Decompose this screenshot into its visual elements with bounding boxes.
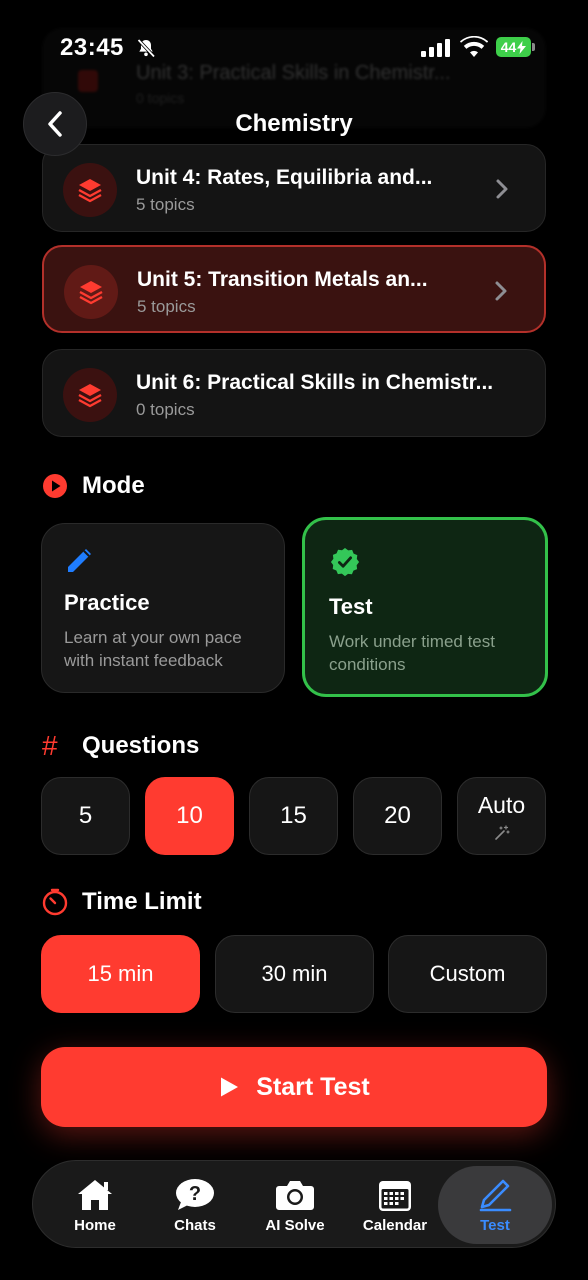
unit-title: Unit 6: Practical Skills in Chemistr... [136, 371, 494, 394]
question-count-20[interactable]: 20 [353, 777, 442, 855]
questions-section-header: # Questions [42, 730, 199, 762]
wifi-icon [460, 36, 488, 57]
chip-label: 15 min [87, 961, 154, 986]
status-time: 23:45 [60, 34, 124, 61]
unit-topics: 5 topics [136, 195, 195, 214]
test-title: Test [329, 594, 373, 619]
stack-icon [64, 265, 118, 319]
unit-title: Unit 5: Transition Metals an... [137, 268, 428, 291]
test-mode-card[interactable]: Test Work under timed test conditions [302, 517, 548, 697]
practice-title: Practice [64, 590, 150, 615]
time-limit-section-header: Time Limit [42, 888, 202, 916]
practice-mode-card[interactable]: Practice Learn at your own pace with ins… [41, 523, 285, 693]
hashtag-icon: # [42, 730, 58, 761]
chip-label: 15 [280, 802, 307, 829]
cellular-signal-icon [421, 39, 450, 57]
magic-wand-icon [494, 824, 510, 840]
play-circle-icon [43, 474, 67, 498]
calendar-icon [379, 1180, 411, 1211]
stack-icon [63, 163, 117, 217]
mode-section-header: Mode [42, 472, 145, 500]
battery-level: 44 [500, 39, 517, 55]
mode-label: Mode [82, 472, 145, 499]
chip-label: 10 [176, 802, 203, 829]
tab-home[interactable]: Home [45, 1161, 145, 1249]
pencil-line-icon [479, 1179, 512, 1211]
tab-label: Home [74, 1216, 116, 1234]
question-count-10[interactable]: 10 [145, 777, 234, 855]
chip-label: Auto [477, 791, 526, 818]
unit-topics: 5 topics [137, 297, 196, 316]
practice-description: Learn at your own pace with instant feed… [64, 628, 242, 670]
unit-topics: 0 topics [136, 400, 195, 419]
pencil-icon [68, 549, 91, 572]
unit-card-6[interactable]: Unit 6: Practical Skills in Chemistr... … [42, 349, 546, 437]
test-description: Work under timed test conditions [329, 632, 495, 674]
timer-icon [42, 888, 68, 916]
question-count-auto[interactable]: Auto [457, 777, 546, 855]
tab-label: Chats [174, 1216, 216, 1234]
page-title: Chemistry [235, 110, 353, 137]
questions-label: Questions [82, 732, 200, 759]
tab-bar: Home ? Chats AI Solve Calendar Test [32, 1160, 556, 1248]
tab-label: Calendar [362, 1216, 428, 1234]
time-option-30[interactable]: 30 min [215, 935, 374, 1013]
time-limit-label: Time Limit [82, 888, 202, 915]
chip-label: Custom [429, 961, 506, 986]
charging-bolt-icon [517, 40, 527, 54]
tab-label: Test [480, 1216, 510, 1234]
stack-icon [63, 368, 117, 422]
unit-card-4[interactable]: Unit 4: Rates, Equilibria and... 5 topic… [42, 144, 546, 232]
chip-label: 20 [384, 802, 411, 829]
question-bubble-icon: ? [176, 1178, 214, 1210]
house-icon [78, 1179, 112, 1210]
svg-text:?: ? [189, 1183, 201, 1205]
tab-calendar[interactable]: Calendar [345, 1161, 445, 1249]
time-option-15[interactable]: 15 min [41, 935, 200, 1013]
scrolled-unit-topics: 0 topics [136, 90, 185, 106]
tab-ai-solve[interactable]: AI Solve [245, 1161, 345, 1249]
chip-label: 5 [78, 802, 93, 829]
tab-chats[interactable]: ? Chats [145, 1161, 245, 1249]
chip-label: 30 min [261, 961, 328, 986]
bell-muted-icon [137, 38, 156, 58]
chevron-right-icon [495, 281, 507, 301]
question-count-5[interactable]: 5 [41, 777, 130, 855]
tab-label: AI Solve [265, 1216, 325, 1234]
start-test-label: Start Test [256, 1072, 370, 1101]
play-icon [221, 1077, 239, 1097]
start-test-button[interactable]: Start Test [41, 1047, 547, 1127]
chevron-right-icon [496, 179, 508, 199]
tab-test[interactable]: Test [438, 1166, 552, 1244]
status-bar: 23:45 44 [0, 0, 588, 92]
battery-indicator: 44 [496, 37, 536, 57]
question-count-15[interactable]: 15 [249, 777, 338, 855]
unit-card-5[interactable]: Unit 5: Transition Metals an... 5 topics [42, 245, 546, 333]
time-option-custom[interactable]: Custom [388, 935, 547, 1013]
camera-icon [276, 1180, 314, 1210]
checkmark-seal-icon [330, 547, 360, 577]
unit-title: Unit 4: Rates, Equilibria and... [136, 166, 433, 189]
